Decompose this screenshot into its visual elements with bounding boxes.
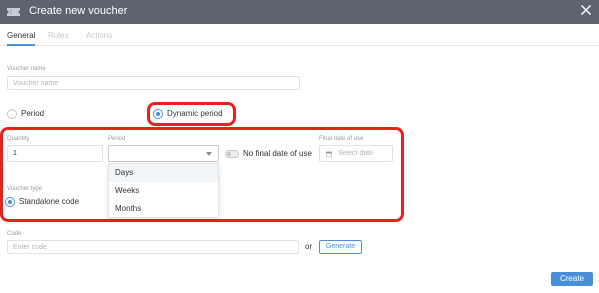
period-option-weeks[interactable]: Weeks <box>109 182 218 200</box>
no-final-date-label: No final date of use <box>243 149 312 158</box>
code-label: Code <box>7 231 22 237</box>
voucher-name-placeholder: Voucher name <box>13 80 59 87</box>
quantity-input[interactable]: 1 <box>7 145 103 162</box>
tab-rules[interactable]: Rules <box>48 31 68 41</box>
standalone-code-label: Standalone code <box>19 197 80 206</box>
no-final-date-toggle[interactable] <box>225 150 239 158</box>
period-option-days[interactable]: Days <box>109 164 218 182</box>
title-bar: Create new voucher <box>0 0 599 24</box>
period-select-label: Period <box>108 136 126 142</box>
period-dropdown-menu: Days Weeks Months <box>108 163 219 218</box>
quantity-label: Quantity <box>7 136 30 142</box>
period-select[interactable] <box>108 145 219 162</box>
final-date-label: Final date of use <box>319 136 364 142</box>
standalone-code-radio[interactable] <box>5 197 15 207</box>
code-input[interactable]: Enter code <box>7 240 299 254</box>
period-radio-label: Period <box>21 109 45 118</box>
code-placeholder: Enter code <box>13 244 47 251</box>
voucher-type-label: Voucher type <box>7 186 43 192</box>
ticket-icon <box>7 8 20 16</box>
dynamic-period-label: Dynamic period <box>167 109 223 118</box>
close-icon[interactable] <box>580 4 592 16</box>
voucher-name-input[interactable]: Voucher name <box>7 76 300 90</box>
period-option-months[interactable]: Months <box>109 200 218 218</box>
calendar-icon <box>326 151 332 157</box>
final-date-placeholder: Select date <box>338 150 374 157</box>
create-button[interactable]: Create <box>551 272 593 286</box>
chevron-down-icon <box>206 152 212 156</box>
voucher-name-label: Voucher name <box>7 66 46 72</box>
dynamic-period-radio[interactable] <box>153 109 163 119</box>
period-radio[interactable] <box>7 109 17 119</box>
tab-general[interactable]: General <box>7 31 36 46</box>
tab-actions[interactable]: Actions <box>86 31 112 41</box>
quantity-value: 1 <box>13 150 17 157</box>
or-text: or <box>305 242 313 251</box>
window-title: Create new voucher <box>29 5 128 17</box>
final-date-input[interactable]: Select date <box>319 145 393 162</box>
tab-bar: General Rules Actions <box>0 24 599 46</box>
generate-button[interactable]: Generate <box>319 240 362 254</box>
